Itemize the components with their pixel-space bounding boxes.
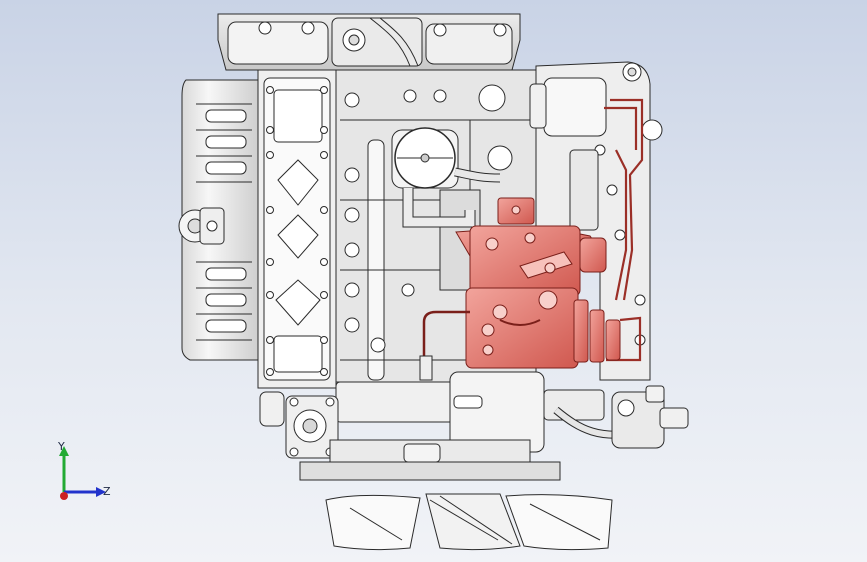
crankshaft-pulley[interactable] [299, 439, 561, 481]
cooling-fan[interactable] [325, 493, 613, 551]
cylinder-block-cover[interactable] [257, 69, 337, 389]
oil-pan[interactable] [178, 79, 259, 361]
cad-viewport[interactable]: Y Z [0, 0, 867, 562]
water-pump[interactable] [259, 391, 339, 459]
axis-y-label: Y [58, 440, 65, 453]
intake-manifold[interactable] [217, 13, 521, 71]
engine-model[interactable] [0, 0, 867, 562]
thermostat-housing[interactable] [611, 385, 689, 449]
axis-z-label: Z [103, 485, 111, 498]
